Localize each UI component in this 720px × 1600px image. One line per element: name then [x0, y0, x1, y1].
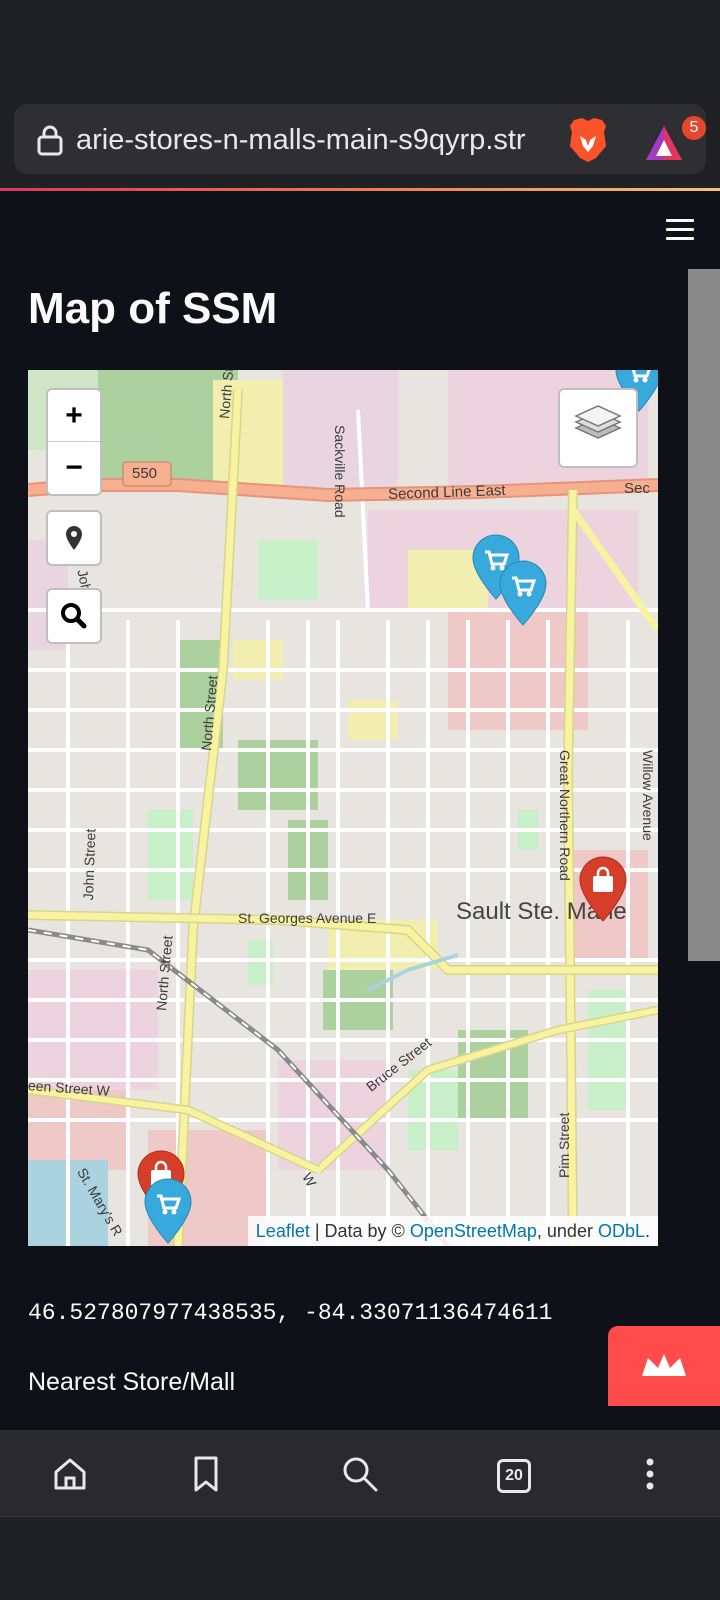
page-title: Map of SSM	[28, 284, 278, 333]
app-page: Map of SSM 550 Second Line East Sec Nort…	[0, 191, 720, 1430]
rewards-triangle-icon	[646, 126, 682, 160]
lock-icon	[37, 125, 63, 156]
streamlit-crown-icon	[642, 1354, 686, 1376]
road-550-label: 550	[132, 465, 158, 482]
home-icon	[54, 1458, 86, 1490]
tabs-button[interactable]: 20	[490, 1452, 534, 1496]
store-marker[interactable]	[143, 1178, 193, 1244]
pim-street-label: Pim Street	[556, 1112, 572, 1178]
zoom-out-button[interactable]: −	[48, 442, 100, 493]
nearest-store-label: Nearest Store/Mall	[28, 1368, 236, 1396]
rewards-button[interactable]: 5	[642, 114, 706, 164]
attribution-end: .	[644, 1221, 650, 1241]
zoom-control: + −	[46, 388, 102, 496]
rewards-count-badge: 5	[682, 116, 706, 140]
search-icon	[343, 1457, 378, 1492]
map-pin-icon	[66, 526, 82, 550]
mall-marker[interactable]	[578, 856, 628, 922]
search-icon	[61, 603, 87, 629]
address-bar[interactable]: arie-stores-n-malls-main-s9qyrp.str 5	[14, 104, 706, 174]
attribution-text: | Data by ©	[309, 1221, 410, 1241]
more-vertical-icon	[646, 1458, 654, 1490]
url-text[interactable]: arie-stores-n-malls-main-s9qyrp.str	[76, 123, 566, 157]
map-attribution: Leaflet | Data by © OpenStreetMap, under…	[247, 1216, 658, 1246]
more-menu-button[interactable]	[628, 1452, 672, 1496]
sackville-road-label: Sackville Road	[332, 425, 348, 518]
brave-shields-icon[interactable]	[566, 116, 610, 164]
great-northern-road-label: Great Northern Road	[557, 750, 573, 881]
bookmark-icon	[194, 1456, 218, 1492]
odbl-link[interactable]: ODbL	[598, 1221, 645, 1241]
store-marker[interactable]	[498, 560, 548, 626]
map[interactable]: 550 Second Line East Sec North Street Sa…	[28, 370, 658, 1246]
bookmarks-button[interactable]	[184, 1452, 228, 1496]
leaflet-link[interactable]: Leaflet	[256, 1221, 310, 1241]
john-street-low-label: John Street	[80, 828, 99, 901]
willow-avenue-label: Willow Avenue	[640, 750, 656, 841]
locate-button[interactable]	[46, 510, 102, 566]
streamlit-badge[interactable]	[608, 1326, 720, 1406]
coordinates-readout: 46.527807977438535, -84.33071136474611	[28, 1300, 553, 1326]
system-gesture-area	[0, 1516, 720, 1600]
layers-icon	[574, 405, 622, 439]
main-menu-button[interactable]	[666, 219, 694, 241]
zoom-in-button[interactable]: +	[48, 390, 100, 442]
browser-bottom-toolbar: 20	[0, 1430, 720, 1516]
layers-control[interactable]	[558, 388, 638, 468]
map-search-button[interactable]	[46, 588, 102, 644]
second-line-east-cut-label: Sec	[624, 480, 650, 497]
home-button[interactable]	[48, 1452, 92, 1496]
attribution-under: , under	[536, 1221, 598, 1241]
st-georges-avenue-label: St. Georges Avenue E	[238, 910, 377, 926]
tab-count: 20	[497, 1459, 531, 1493]
status-area	[0, 0, 720, 96]
openstreetmap-link[interactable]: OpenStreetMap	[410, 1221, 537, 1241]
scrollbar-thumb[interactable]	[688, 269, 720, 961]
search-button[interactable]	[338, 1452, 382, 1496]
